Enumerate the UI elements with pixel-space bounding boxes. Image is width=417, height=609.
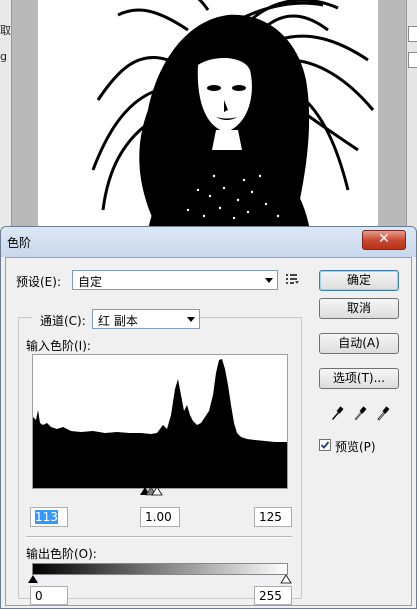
right-strip-scroll-2[interactable] bbox=[408, 52, 417, 68]
left-strip-text-1: 取 bbox=[0, 24, 11, 37]
output-white-value: 255 bbox=[259, 589, 282, 603]
channel-select[interactable]: 红 副本 bbox=[92, 309, 200, 329]
document-area: 取 g bbox=[0, 0, 417, 230]
preset-menu-icon[interactable] bbox=[286, 273, 300, 285]
white-eyedropper-icon[interactable] bbox=[376, 405, 390, 421]
dialog-titlebar[interactable]: 色阶 ✕ bbox=[1, 227, 416, 257]
output-level-sliders[interactable] bbox=[28, 575, 292, 584]
left-panel-strip: 取 g bbox=[0, 0, 12, 230]
levels-dialog: 色阶 ✕ 预设(E): 自定 通道(C): 红 副本 输入色阶(I): 113 … bbox=[0, 226, 417, 609]
histogram bbox=[33, 359, 287, 488]
preset-value: 自定 bbox=[78, 275, 103, 289]
close-icon: ✕ bbox=[378, 231, 390, 247]
left-strip-text-2: g bbox=[0, 50, 7, 63]
output-white-slider bbox=[280, 575, 292, 584]
output-black-slider bbox=[28, 575, 38, 583]
output-white-field[interactable]: 255 bbox=[254, 586, 292, 605]
input-levels-label: 输入色阶(I): bbox=[26, 339, 91, 353]
cancel-button[interactable]: 取消 bbox=[319, 298, 399, 319]
channel-label: 通道(C): bbox=[40, 314, 86, 328]
preview-checkbox[interactable] bbox=[319, 439, 331, 451]
gray-eyedropper-icon[interactable] bbox=[353, 405, 367, 421]
input-gamma-field[interactable]: 1.00 bbox=[140, 507, 180, 527]
input-black-value: 113 bbox=[35, 510, 58, 524]
output-black-field[interactable]: 0 bbox=[30, 586, 68, 605]
input-gamma-value: 1.00 bbox=[145, 510, 172, 524]
close-button[interactable]: ✕ bbox=[362, 230, 406, 250]
portrait-image bbox=[38, 0, 378, 230]
ok-button[interactable]: 确定 bbox=[319, 270, 399, 291]
options-button[interactable]: 选项(T)... bbox=[319, 368, 399, 389]
checkmark-icon bbox=[320, 441, 330, 449]
right-strip-scroll-1[interactable] bbox=[408, 26, 417, 42]
input-white-field[interactable]: 125 bbox=[254, 507, 292, 527]
channel-value: 红 副本 bbox=[98, 314, 138, 328]
preset-label: 预设(E): bbox=[16, 275, 61, 289]
input-black-field[interactable]: 113 bbox=[30, 507, 68, 527]
chevron-down-icon bbox=[187, 317, 195, 322]
output-black-value: 0 bbox=[35, 589, 43, 603]
right-panel-strip bbox=[406, 0, 417, 230]
image-canvas[interactable] bbox=[38, 0, 378, 230]
output-gradient-bar bbox=[32, 563, 288, 575]
separator bbox=[26, 536, 292, 538]
input-level-sliders[interactable] bbox=[140, 487, 170, 497]
input-white-value: 125 bbox=[259, 510, 282, 524]
output-levels-label: 输出色阶(O): bbox=[26, 547, 97, 561]
dialog-title: 色阶 bbox=[7, 236, 32, 250]
preview-label: 预览(P) bbox=[335, 440, 376, 454]
dialog-body: 预设(E): 自定 通道(C): 红 副本 输入色阶(I): 113 1.00 … bbox=[5, 257, 412, 606]
histogram-box bbox=[32, 354, 288, 489]
auto-button[interactable]: 自动(A) bbox=[319, 333, 399, 354]
preset-select[interactable]: 自定 bbox=[72, 270, 278, 290]
black-eyedropper-icon[interactable] bbox=[330, 405, 344, 421]
chevron-down-icon bbox=[265, 278, 273, 283]
